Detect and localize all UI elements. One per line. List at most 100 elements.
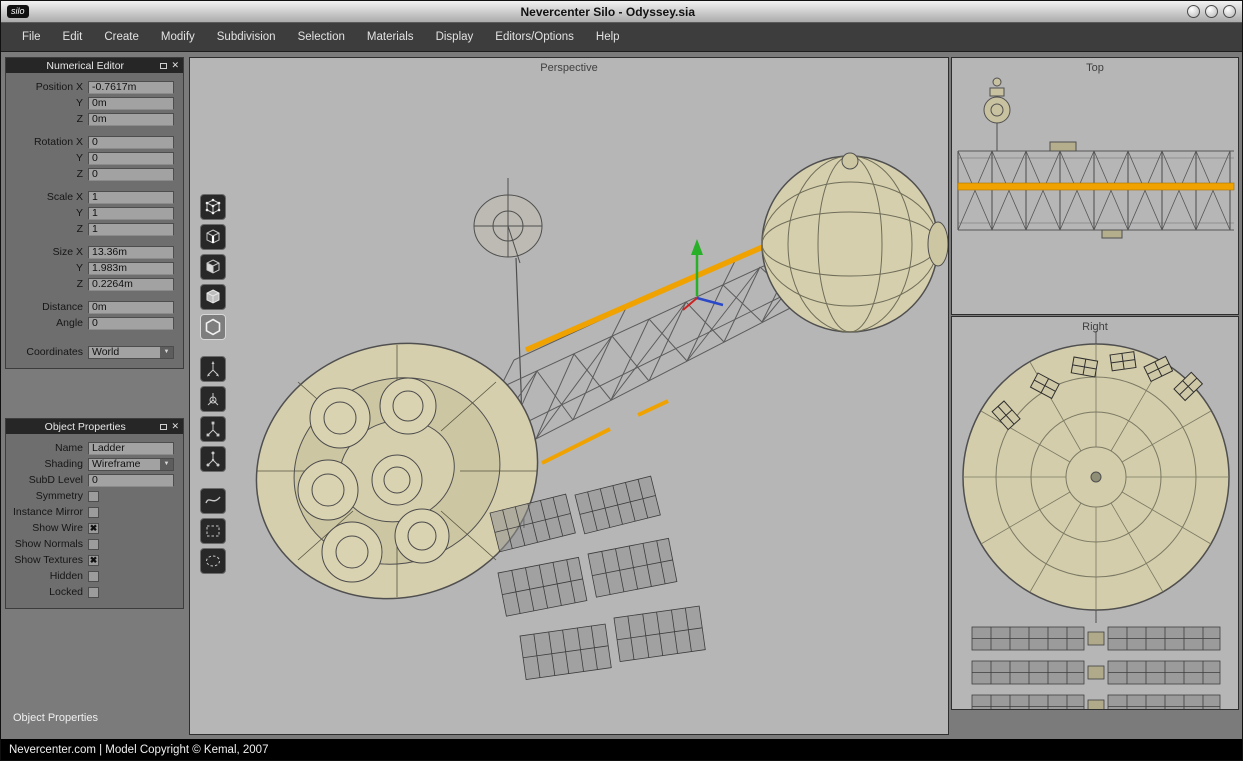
close-panel-icon[interactable]: ✕: [171, 422, 179, 431]
multi-mode-button[interactable]: [200, 314, 226, 340]
symmetry-checkbox[interactable]: [88, 491, 99, 502]
field-row: Angle: [6, 315, 183, 331]
scale-tool-button[interactable]: [200, 416, 226, 442]
right-viewport[interactable]: Right: [951, 316, 1239, 710]
size-x-input[interactable]: [88, 246, 174, 259]
chevron-down-icon: ▼: [160, 347, 173, 358]
vertex-mode-icon: [204, 198, 222, 216]
float-panel-icon[interactable]: [160, 424, 167, 430]
scale-z-input[interactable]: [88, 223, 174, 236]
menu-modify[interactable]: Modify: [150, 31, 206, 43]
chevron-down-icon: ▼: [160, 459, 173, 470]
soft-selection-button[interactable]: [200, 488, 226, 514]
statusbar-text: Nevercenter.com | Model Copyright © Kema…: [9, 744, 268, 756]
checkbox-row: Show Normals: [6, 536, 183, 552]
status-bar: Nevercenter.com | Model Copyright © Kema…: [1, 739, 1242, 760]
viewport-toolbar: [200, 194, 226, 578]
panel-title: Numerical Editor: [10, 60, 160, 72]
field-row: Y: [6, 260, 183, 276]
menu-subdivision[interactable]: Subdivision: [206, 31, 287, 43]
move-tool-button[interactable]: [200, 356, 226, 382]
menu-help[interactable]: Help: [585, 31, 631, 43]
hexagon-mode-icon: [204, 318, 222, 336]
rect-select-icon: [204, 522, 222, 540]
rotation-z-input[interactable]: [88, 168, 174, 181]
size-z-input[interactable]: [88, 278, 174, 291]
ellipse-select-button[interactable]: [200, 548, 226, 574]
checkbox-row: Locked: [6, 584, 183, 600]
universal-manipulator-button[interactable]: [200, 446, 226, 472]
hidden-checkbox[interactable]: [88, 571, 99, 582]
rotation-x-input[interactable]: [88, 136, 174, 149]
float-panel-icon[interactable]: [160, 63, 167, 69]
move-tool-icon: [204, 360, 222, 378]
vertex-mode-button[interactable]: [200, 194, 226, 220]
object-mode-button[interactable]: [200, 284, 226, 310]
main-content: Numerical Editor ✕ Position X Y Z Rotati…: [1, 52, 1242, 740]
perspective-viewport[interactable]: Perspective: [189, 57, 949, 735]
rotate-tool-icon: [204, 390, 222, 408]
object-properties-panel: Object Properties ✕ Name Shading Wirefra…: [5, 418, 184, 609]
menu-create[interactable]: Create: [93, 31, 150, 43]
position-x-input[interactable]: [88, 81, 174, 94]
instance-mirror-checkbox[interactable]: [88, 507, 99, 518]
panel-status-text: Object Properties: [13, 712, 98, 724]
viewport-label: Right: [952, 321, 1238, 333]
rotation-y-input[interactable]: [88, 152, 174, 165]
top-viewport[interactable]: Top: [951, 57, 1239, 315]
universal-manipulator-icon: [204, 450, 222, 468]
object-name-input[interactable]: [88, 442, 174, 455]
object-properties-header[interactable]: Object Properties ✕: [6, 419, 183, 434]
shading-dropdown[interactable]: Wireframe ▼: [88, 458, 174, 471]
locked-checkbox[interactable]: [88, 587, 99, 598]
distance-input[interactable]: [88, 301, 174, 314]
right-view-wireframe: [952, 317, 1238, 709]
viewport-label: Perspective: [190, 62, 948, 74]
rotate-tool-button[interactable]: [200, 386, 226, 412]
edge-mode-button[interactable]: [200, 224, 226, 250]
edge-mode-icon: [204, 228, 222, 246]
position-y-input[interactable]: [88, 97, 174, 110]
close-button[interactable]: [1223, 5, 1236, 18]
numerical-editor-header[interactable]: Numerical Editor ✕: [6, 58, 183, 73]
menu-selection[interactable]: Selection: [287, 31, 356, 43]
maximize-button[interactable]: [1205, 5, 1218, 18]
minimize-button[interactable]: [1187, 5, 1200, 18]
field-row: Y: [6, 205, 183, 221]
app-window: silo Nevercenter Silo - Odyssey.sia File…: [0, 0, 1243, 761]
coordinates-dropdown[interactable]: World ▼: [88, 346, 174, 359]
menu-bar: File Edit Create Modify Subdivision Sele…: [1, 23, 1242, 52]
show-wire-checkbox[interactable]: ✖: [88, 523, 99, 534]
checkbox-row: Hidden: [6, 568, 183, 584]
menu-editors-options[interactable]: Editors/Options: [484, 31, 585, 43]
show-normals-checkbox[interactable]: [88, 539, 99, 550]
menu-display[interactable]: Display: [425, 31, 485, 43]
subd-level-input[interactable]: [88, 474, 174, 487]
show-textures-checkbox[interactable]: ✖: [88, 555, 99, 566]
shading-row: Shading Wireframe ▼: [6, 456, 183, 472]
angle-input[interactable]: [88, 317, 174, 330]
checkbox-row: Show Wire✖: [6, 520, 183, 536]
position-z-input[interactable]: [88, 113, 174, 126]
field-row: Position X: [6, 79, 183, 95]
numerical-editor-panel: Numerical Editor ✕ Position X Y Z Rotati…: [5, 57, 184, 369]
checkbox-row: Instance Mirror: [6, 504, 183, 520]
coordinates-row: Coordinates World ▼: [6, 344, 183, 360]
menu-materials[interactable]: Materials: [356, 31, 425, 43]
scale-y-input[interactable]: [88, 207, 174, 220]
field-row: Distance: [6, 299, 183, 315]
title-bar[interactable]: silo Nevercenter Silo - Odyssey.sia: [1, 1, 1242, 23]
panel-title: Object Properties: [10, 421, 160, 433]
viewport-label: Top: [952, 62, 1238, 74]
rect-select-button[interactable]: [200, 518, 226, 544]
menu-edit[interactable]: Edit: [52, 31, 94, 43]
field-row: Z: [6, 166, 183, 182]
scale-x-input[interactable]: [88, 191, 174, 204]
top-view-wireframe: [952, 58, 1238, 314]
size-y-input[interactable]: [88, 262, 174, 275]
face-mode-button[interactable]: [200, 254, 226, 280]
checkbox-row: Symmetry: [6, 488, 183, 504]
menu-file[interactable]: File: [11, 31, 52, 43]
face-mode-icon: [204, 258, 222, 276]
close-panel-icon[interactable]: ✕: [171, 61, 179, 70]
